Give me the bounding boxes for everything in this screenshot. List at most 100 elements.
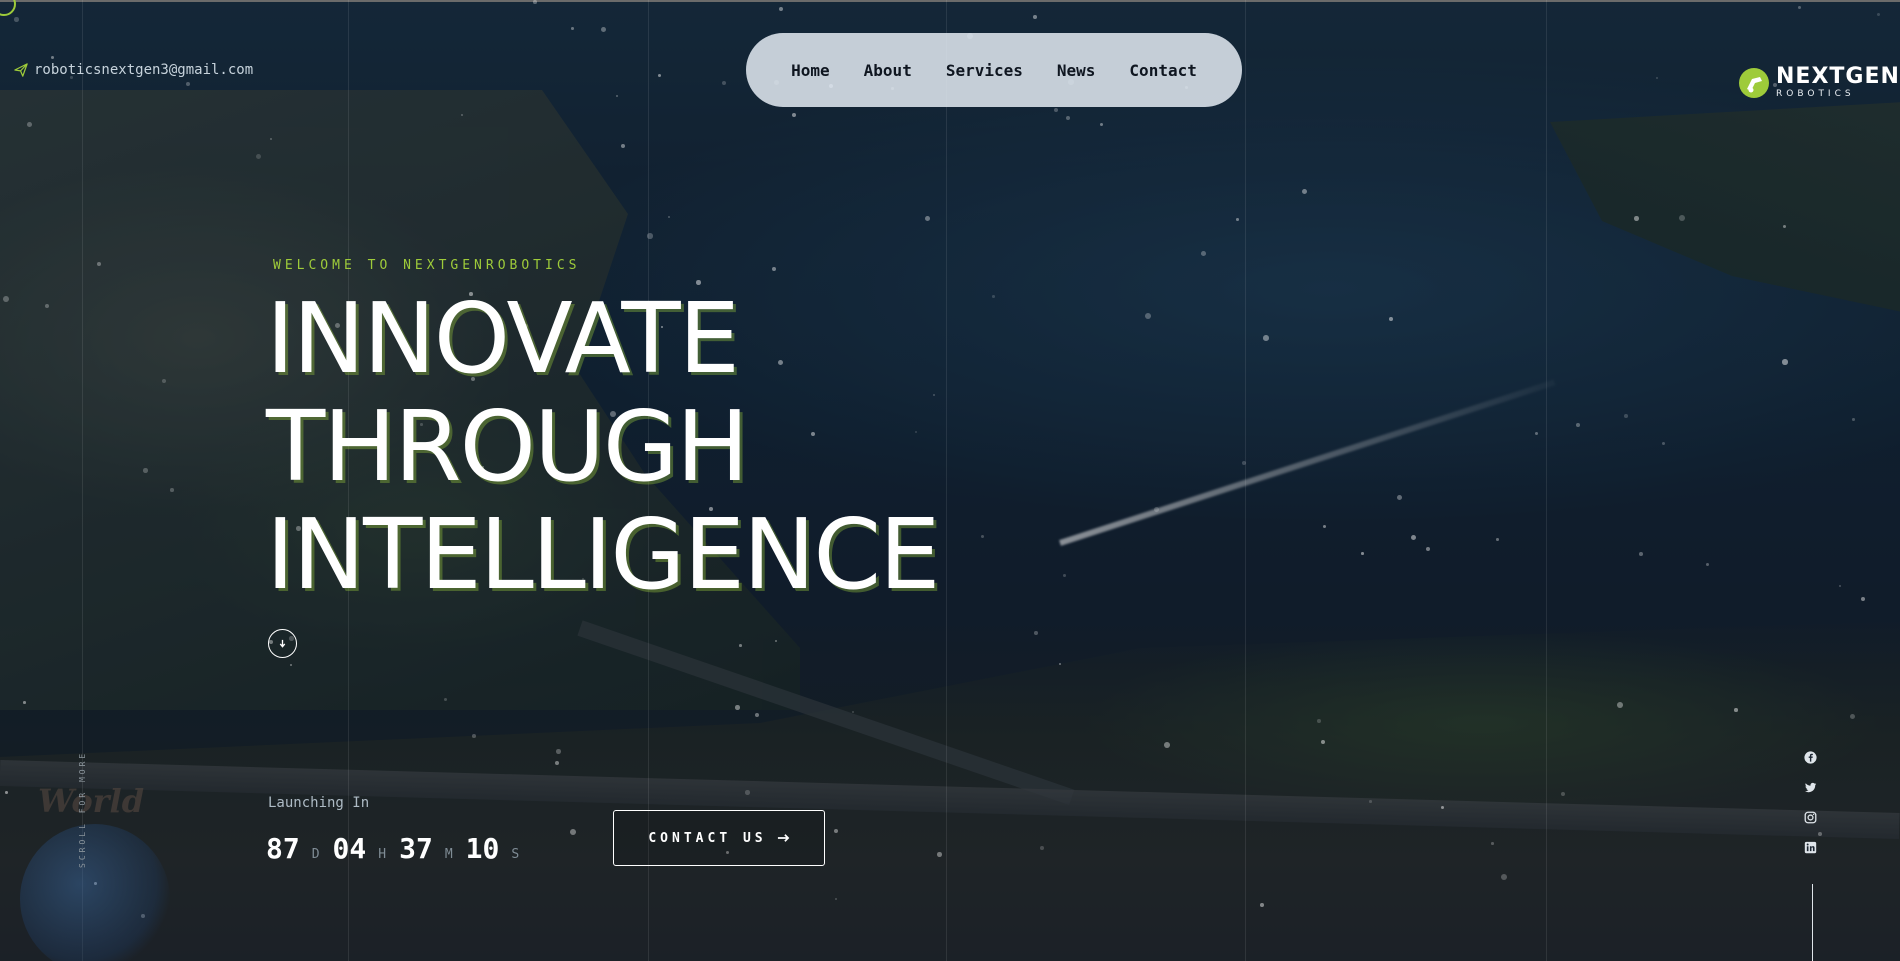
grid-line <box>1245 0 1246 961</box>
contact-email[interactable]: roboticsnextgen3@gmail.com <box>14 62 253 78</box>
twitter-link[interactable] <box>1803 780 1817 794</box>
welcome-tagline: WELCOME TO NEXTGENROBOTICS <box>273 258 581 273</box>
particle <box>1063 574 1066 577</box>
particle <box>981 535 984 538</box>
particle <box>97 262 101 266</box>
grid-line <box>946 0 947 961</box>
particle <box>3 296 9 302</box>
particle <box>1839 585 1841 587</box>
scroll-hint: SCROLL FOR MORE <box>78 750 87 868</box>
particle <box>1040 846 1044 850</box>
particle <box>1236 218 1239 221</box>
particle <box>739 644 742 647</box>
particle <box>779 7 783 11</box>
countdown-hours-unit: H <box>378 847 387 862</box>
particle <box>14 17 19 22</box>
countdown-seconds: 10 <box>465 832 500 865</box>
facebook-link[interactable] <box>1803 750 1817 764</box>
twitter-icon <box>1804 782 1816 792</box>
countdown-minutes-unit: M <box>444 847 453 862</box>
countdown-label: Launching In <box>268 795 370 811</box>
particle <box>925 216 930 221</box>
arrow-right-icon <box>777 834 789 842</box>
particle <box>533 0 537 4</box>
particle <box>1576 423 1580 427</box>
particle <box>1852 418 1855 421</box>
headline-line-1: INNOVATE <box>266 282 740 395</box>
particle <box>745 790 750 795</box>
logo-subtitle: ROBOTICS <box>1776 89 1855 99</box>
instagram-link[interactable] <box>1803 810 1817 824</box>
particle <box>992 295 995 298</box>
hero-headline: INNOVATE THROUGH INTELLIGENCE <box>266 282 940 611</box>
email-text: roboticsnextgen3@gmail.com <box>34 62 254 78</box>
headline-line-2: THROUGH <box>266 390 749 503</box>
brand-logo[interactable]: NEXTGEN ROBOTICS <box>1738 66 1900 99</box>
particle <box>1734 708 1738 712</box>
particle <box>1634 216 1639 221</box>
particle <box>1662 442 1665 445</box>
nav-contact[interactable]: Contact <box>1112 61 1213 80</box>
particle <box>1624 414 1628 418</box>
particle <box>1617 702 1623 708</box>
facebook-icon <box>1803 750 1817 764</box>
countdown-timer: 87 D 04 H 37 M 10 S <box>266 832 532 865</box>
particle <box>1033 15 1037 19</box>
nav-about[interactable]: About <box>847 61 929 80</box>
particle <box>5 791 8 794</box>
particle <box>1201 251 1206 256</box>
arrow-down-icon <box>279 639 286 648</box>
main-nav: Home About Services News Contact <box>746 33 1242 107</box>
particle <box>1361 552 1364 555</box>
particle <box>1496 538 1499 541</box>
countdown-minutes: 37 <box>399 832 433 865</box>
particle <box>1501 874 1507 880</box>
particle <box>143 468 148 473</box>
countdown-days: 87 <box>266 832 300 865</box>
contact-us-button[interactable]: CONTACT US <box>613 810 825 866</box>
particle <box>1263 335 1269 341</box>
linkedin-icon <box>1804 841 1816 853</box>
particle <box>472 734 476 738</box>
particle <box>1321 740 1325 744</box>
nav-services[interactable]: Services <box>929 61 1040 80</box>
contact-us-label: CONTACT US <box>648 830 767 846</box>
particle <box>735 705 740 710</box>
grid-line <box>1546 0 1547 961</box>
particle <box>1034 631 1038 635</box>
globe-image <box>20 824 170 961</box>
particle <box>1818 832 1822 836</box>
instagram-icon <box>1804 811 1816 823</box>
particle <box>1164 742 1170 748</box>
particle <box>834 829 838 833</box>
world-watermark: World <box>38 782 145 820</box>
particle <box>1145 313 1151 319</box>
particle <box>1369 800 1372 803</box>
social-divider-line <box>1812 884 1813 961</box>
particle <box>1317 719 1321 723</box>
linkedin-link[interactable] <box>1803 840 1817 854</box>
countdown-hours: 04 <box>332 832 367 865</box>
particle <box>1679 215 1685 221</box>
particle <box>27 122 32 127</box>
robot-arm-icon <box>1739 67 1769 98</box>
particle <box>1260 903 1264 907</box>
top-rule <box>0 0 1900 2</box>
scroll-down-button[interactable] <box>268 629 297 658</box>
send-icon <box>14 63 28 77</box>
headline-line-3: INTELLIGENCE <box>266 498 940 611</box>
particle <box>170 488 174 492</box>
social-links <box>1803 750 1817 854</box>
particle <box>1491 842 1494 845</box>
nav-news[interactable]: News <box>1040 61 1113 80</box>
particle <box>571 27 574 30</box>
particle <box>647 233 653 239</box>
particle <box>570 829 576 835</box>
particle <box>1426 547 1431 552</box>
nav-home[interactable]: Home <box>774 61 847 80</box>
particle <box>1639 552 1643 556</box>
particle <box>937 852 942 857</box>
logo-name: NEXTGEN <box>1776 64 1900 89</box>
particle <box>23 701 26 704</box>
countdown-seconds-unit: S <box>511 847 520 862</box>
